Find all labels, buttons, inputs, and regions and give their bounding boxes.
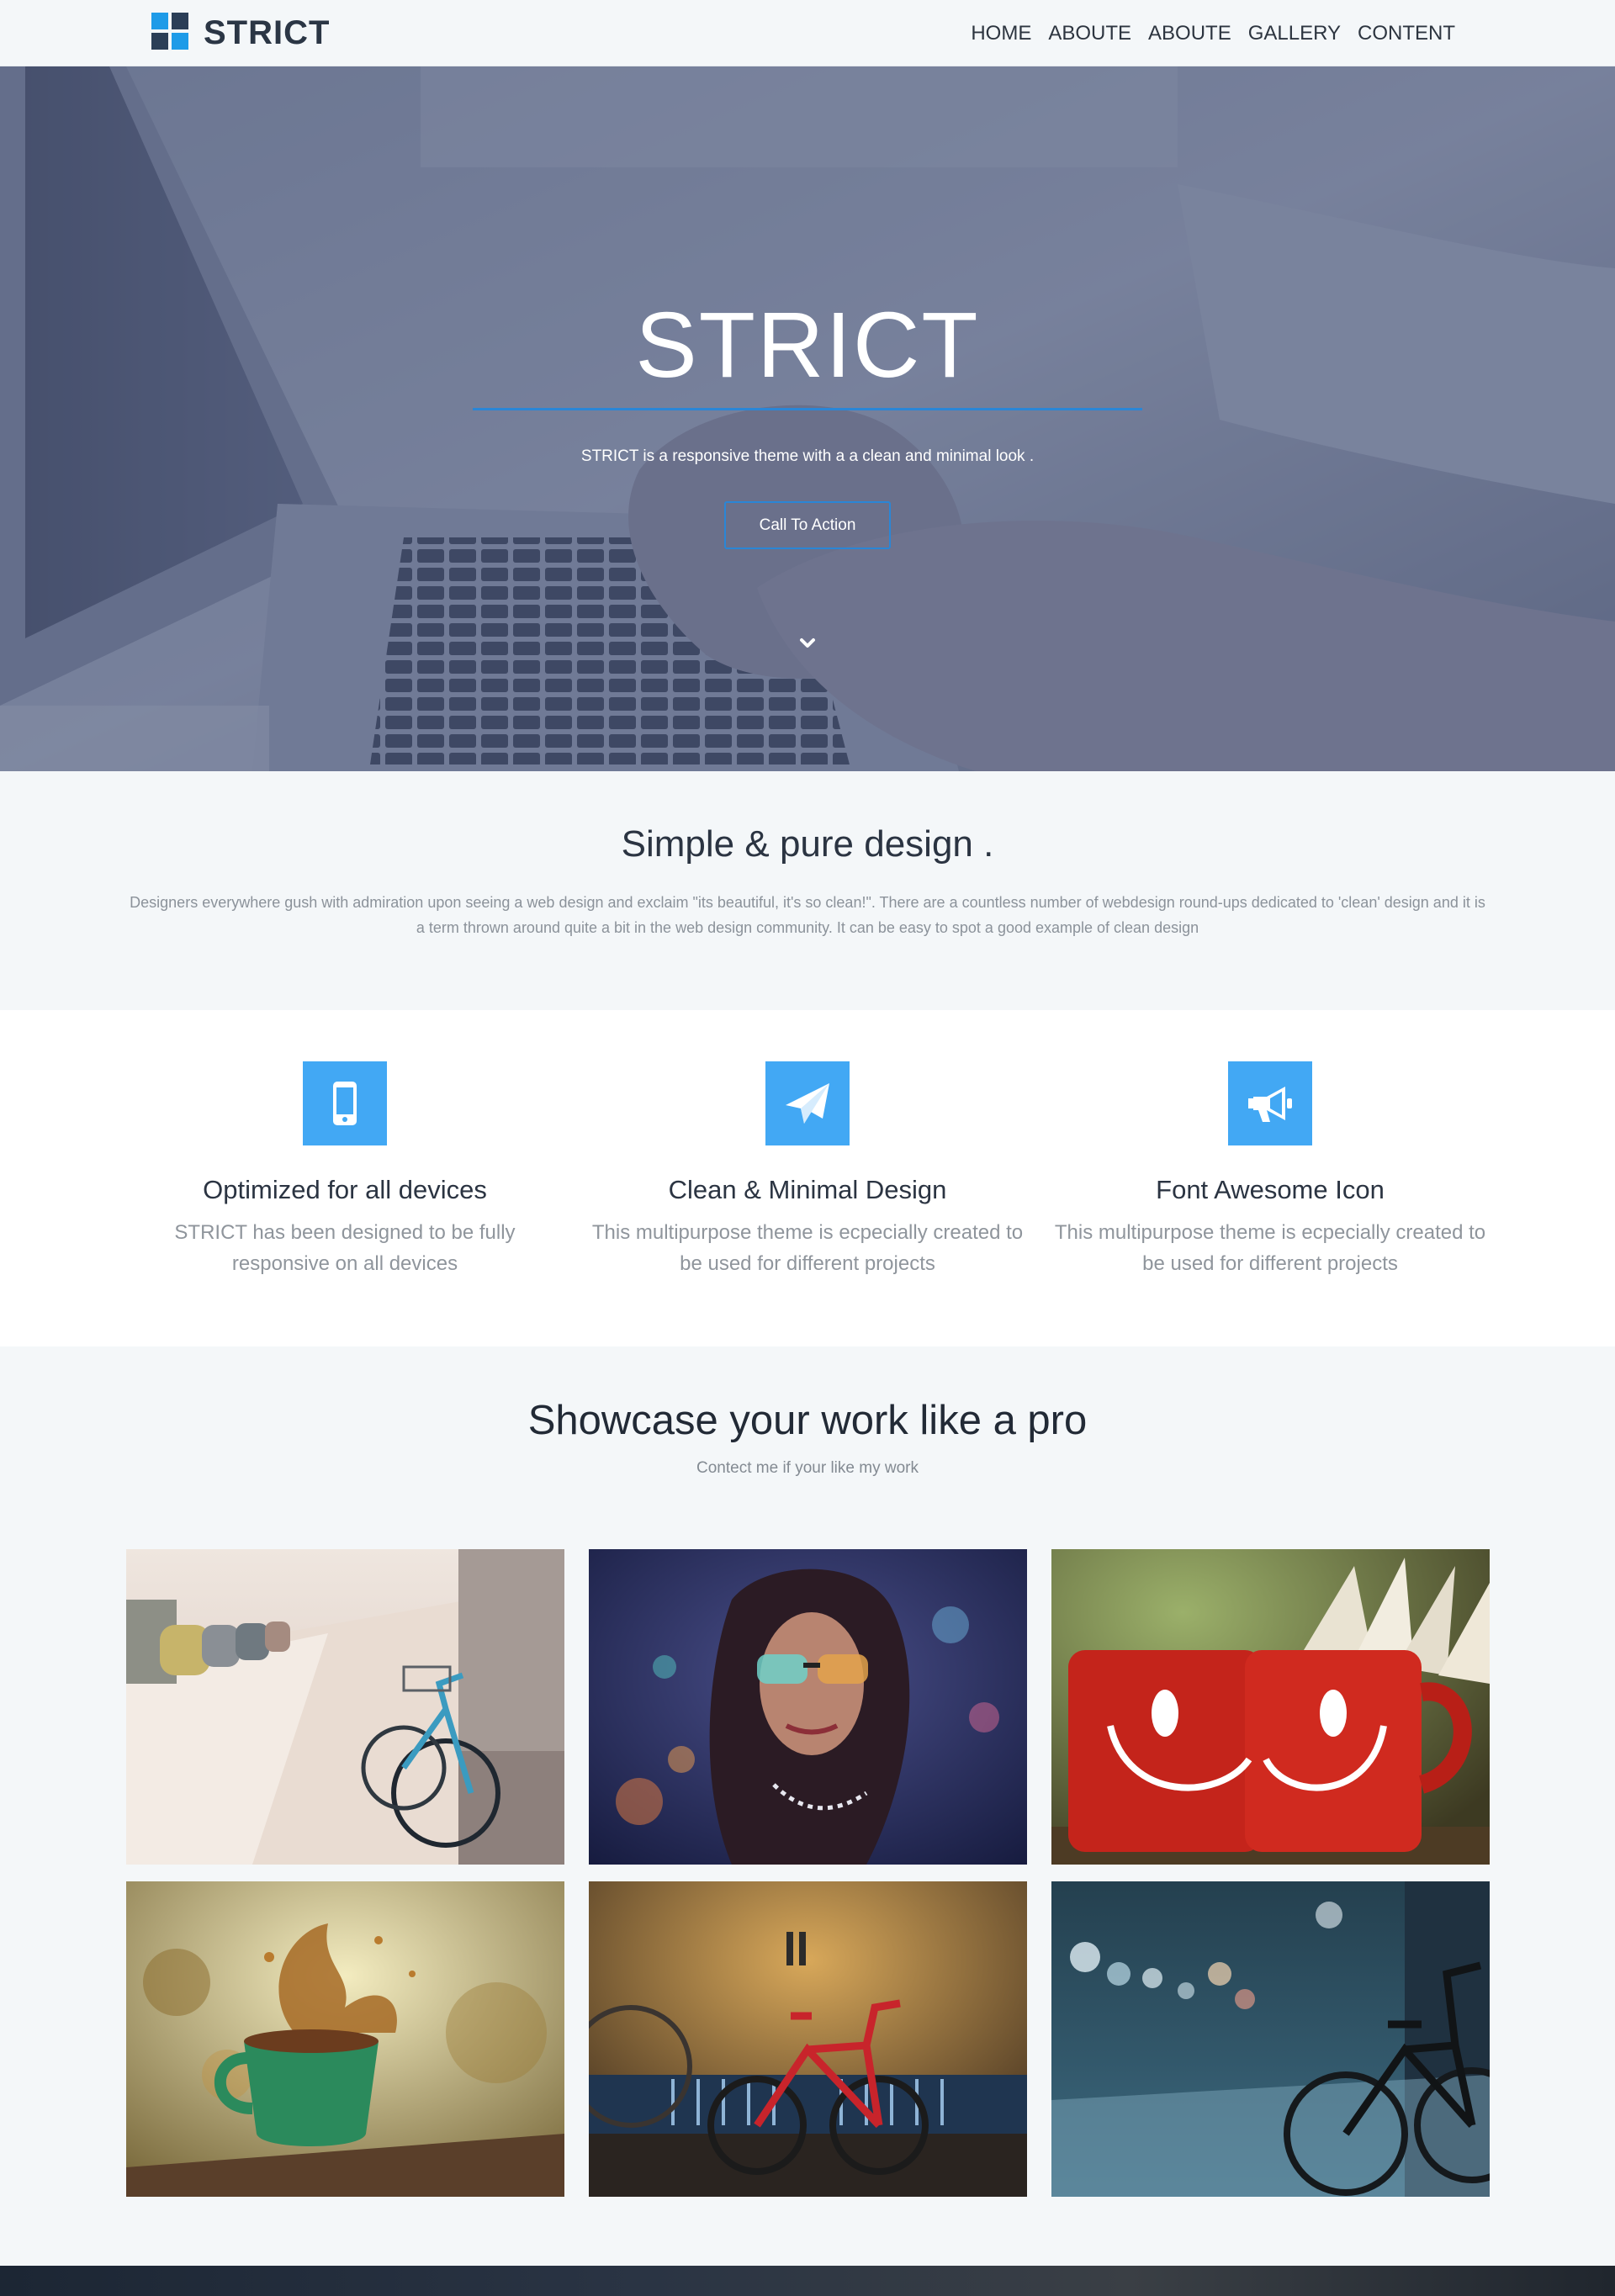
gallery-tile-smiley-mugs[interactable] <box>1051 1549 1490 1865</box>
hero-divider <box>473 408 1142 410</box>
feature-title: Clean & Minimal Design <box>668 1175 947 1204</box>
coffee-splash-photo <box>126 1881 564 2197</box>
gallery-tile-night-bicycle[interactable] <box>1051 1881 1490 2197</box>
feature-text: This multipurpose theme is ecpecially cr… <box>1054 1221 1486 1275</box>
gallery-tile-coffee-splash[interactable] <box>126 1881 564 2197</box>
gallery-tile-red-bicycle[interactable] <box>589 1881 1027 2197</box>
red-bicycle-photo <box>589 1881 1027 2197</box>
features-section: Optimized for all devices STRICT has bee… <box>0 1010 1615 1346</box>
woman-sunglasses-photo <box>589 1549 1027 1865</box>
hero-overlay <box>0 66 1615 771</box>
night-bicycle-photo <box>1051 1881 1490 2197</box>
gallery-tile-woman-sunglasses[interactable] <box>589 1549 1027 1865</box>
showcase-section: Showcase your work like a pro Contect me… <box>0 1346 1615 2266</box>
brand-logo-link[interactable]: STRICT <box>151 13 330 53</box>
feature-text: This multipurpose theme is ecpecially cr… <box>591 1221 1024 1275</box>
showcase-title: Showcase your work like a pro <box>527 1398 1088 1443</box>
intro-section: Simple & pure design . Designers everywh… <box>0 771 1615 1010</box>
nav-item-content[interactable]: CONTENT <box>1358 22 1455 45</box>
nav-item-aboute[interactable]: ABOUTE <box>1048 22 1131 45</box>
mobile-phone-icon <box>303 1061 387 1145</box>
showcase-subtitle: Contect me if your like my work <box>696 1459 919 1477</box>
paper-plane-icon <box>765 1061 850 1145</box>
feature-text: STRICT has been designed to be fully res… <box>174 1221 516 1275</box>
hero-title: STRICT <box>635 294 980 397</box>
hero-subtitle: STRICT is a responsive theme with a a cl… <box>580 447 1035 465</box>
nav-item-home[interactable]: HOME <box>971 22 1031 45</box>
hero-section: STRICT STRICT is a responsive theme with… <box>0 66 1615 771</box>
feature-font-awesome: Font Awesome Icon This multipurpose them… <box>1051 1061 1489 1279</box>
gallery-tile-bicycle-street[interactable] <box>126 1549 564 1865</box>
nav-item-aboute-2[interactable]: ABOUTE <box>1148 22 1231 45</box>
nav-item-gallery[interactable]: GALLERY <box>1248 22 1341 45</box>
top-navbar: STRICT HOME ABOUTE ABOUTE GALLERY CONTEN… <box>0 0 1615 66</box>
nav-menu: HOME ABOUTE ABOUTE GALLERY CONTENT <box>971 0 1455 66</box>
footer-top-strip <box>0 2266 1615 2296</box>
feature-devices: Optimized for all devices STRICT has bee… <box>126 1061 564 1279</box>
smiley-mugs-photo <box>1051 1549 1490 1865</box>
brand-name: STRICT <box>204 13 331 51</box>
feature-title: Optimized for all devices <box>203 1175 487 1204</box>
intro-title: Simple & pure design . <box>621 823 994 865</box>
feature-title: Font Awesome Icon <box>1156 1175 1385 1204</box>
bicycle-street-photo <box>126 1549 564 1865</box>
chevron-down-icon[interactable] <box>795 631 820 656</box>
brand-squares-icon <box>151 13 188 53</box>
bullhorn-icon <box>1228 1061 1312 1145</box>
intro-text: Designers everywhere gush with admiratio… <box>130 894 1485 936</box>
feature-clean-design: Clean & Minimal Design This multipurpose… <box>589 1061 1026 1279</box>
call-to-action-button[interactable]: Call To Action <box>724 501 891 549</box>
